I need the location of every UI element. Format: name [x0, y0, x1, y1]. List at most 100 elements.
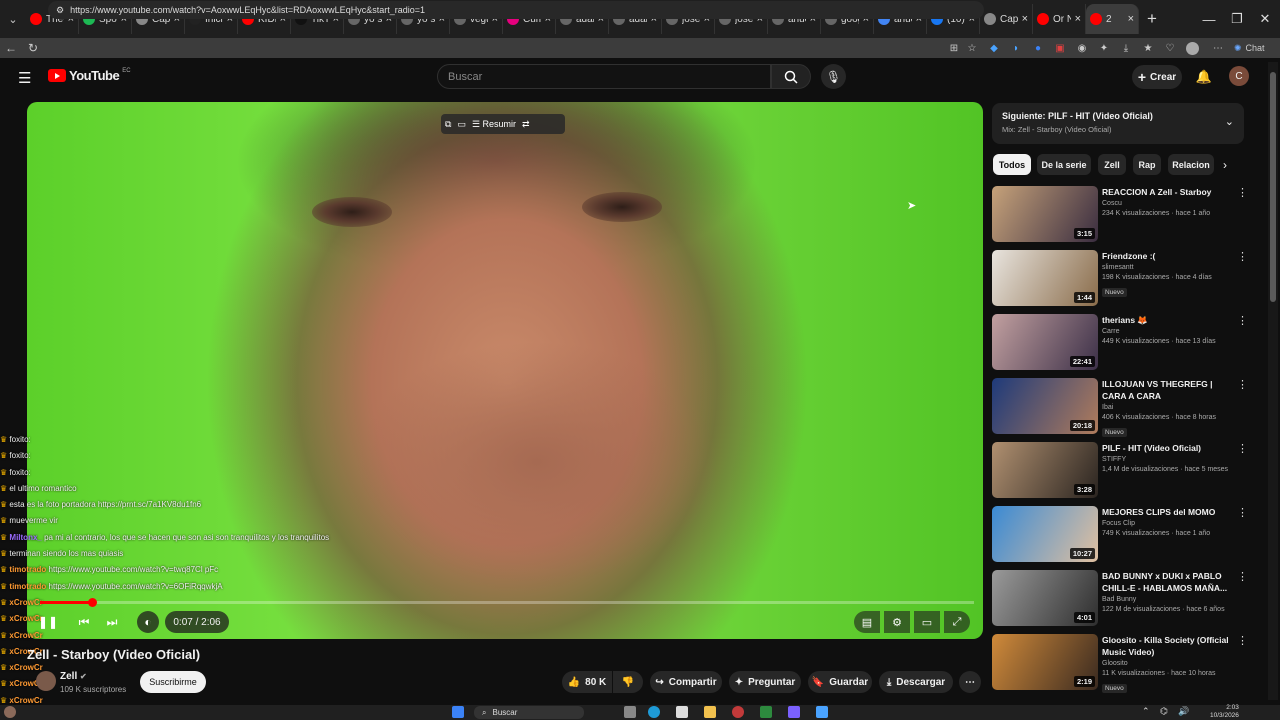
more-options-icon[interactable]: ⋮ [1237, 634, 1248, 647]
video-thumbnail[interactable]: 3:28 [992, 442, 1098, 498]
search-input[interactable]: Buscar [437, 64, 771, 89]
browser-tab[interactable]: Or N × [1033, 4, 1086, 34]
copilot-chat-button[interactable]: ✺ Chat [1234, 40, 1274, 56]
recommended-channel[interactable]: STIFFY [1102, 456, 1234, 463]
miniplayer-icon[interactable]: ⧉ [445, 119, 451, 130]
filter-chip[interactable]: Rap [1133, 154, 1161, 175]
filter-chip[interactable]: De la serie [1037, 154, 1091, 175]
theater-icon[interactable]: ▭ [457, 119, 466, 130]
account-avatar[interactable]: C [1229, 66, 1249, 86]
minimize-icon[interactable]: — [1194, 0, 1224, 38]
tab-search-menu[interactable]: ⌄ [0, 0, 26, 38]
share-button[interactable]: ↪ Compartir [650, 671, 722, 693]
recommended-video[interactable]: 3:15 REACCION A Zell - Starboy Coscu 234 K … [992, 186, 1252, 242]
scrollbar[interactable] [1268, 62, 1278, 700]
extensions-puzzle-icon[interactable]: ✦ [1096, 40, 1112, 56]
video-thumbnail[interactable]: 1:44 [992, 250, 1098, 306]
chevron-down-icon[interactable]: ⌄ [1225, 115, 1234, 128]
more-options-icon[interactable]: ⋮ [1237, 250, 1248, 263]
subtitles-icon[interactable]: ▤ [854, 611, 880, 633]
youtube-logo[interactable]: YouTube EC [48, 68, 131, 83]
recommended-title[interactable]: REACCION A Zell - Starboy [1102, 186, 1234, 198]
recommended-channel[interactable]: Carre [1102, 328, 1234, 335]
task-view-icon[interactable] [624, 706, 636, 718]
recommended-channel[interactable]: Focus Clip [1102, 520, 1234, 527]
settings-gear-icon[interactable]: ⚙ [884, 611, 910, 633]
windows-start-icon[interactable] [452, 706, 464, 718]
progress-bar[interactable] [40, 598, 974, 607]
recommended-title[interactable]: Gloosito - Killa Society (Official Music… [1102, 634, 1234, 658]
fullscreen-icon[interactable]: ⤢ [944, 611, 970, 633]
like-button[interactable]: 👍 80 K [562, 671, 612, 693]
voice-search-button[interactable]: 🎙 [821, 64, 846, 89]
tab-close-icon[interactable]: × [1075, 13, 1081, 25]
weather-widget-icon[interactable] [4, 706, 16, 718]
collections-icon[interactable]: ♡ [1162, 40, 1178, 56]
tab-close-icon[interactable]: × [1128, 13, 1134, 25]
url-bar[interactable]: ⚙ https://www.youtube.com/watch?v=AoxwwL… [48, 1, 984, 19]
recommended-video[interactable]: 2:19 Gloosito - Killa Society (Official M… [992, 634, 1252, 693]
recommended-title[interactable]: therians 🦊 [1102, 314, 1234, 326]
extension-icon[interactable]: ▣ [1052, 40, 1068, 56]
browser-tab[interactable]: Capt × [980, 4, 1033, 34]
tab-close-icon[interactable]: × [1022, 13, 1028, 25]
profile-icon[interactable] [1184, 40, 1200, 56]
site-info-icon[interactable]: ⚙ [56, 5, 64, 16]
reload-icon[interactable]: ↻ [22, 41, 44, 55]
notifications-bell-icon[interactable]: 🔔 [1193, 66, 1215, 88]
recommended-title[interactable]: PILF - HIT (Video Oficial) [1102, 442, 1234, 454]
more-options-icon[interactable]: ⋮ [1237, 314, 1248, 327]
more-options-icon[interactable]: ⋮ [1237, 506, 1248, 519]
file-explorer-icon[interactable] [704, 706, 716, 718]
discord-icon[interactable] [788, 706, 800, 718]
bookmark-star-icon[interactable]: ☆ [964, 40, 980, 56]
more-options-icon[interactable]: ⋮ [1237, 186, 1248, 199]
video-thumbnail[interactable]: 10:27 [992, 506, 1098, 562]
app-icon[interactable] [760, 706, 772, 718]
recommended-title[interactable]: ILLOJUAN VS THEGREFG | CARA A CARA [1102, 378, 1234, 402]
recommended-video[interactable]: 4:01 BAD BUNNY x DUKI x PABLO CHILL-E - H… [992, 570, 1252, 626]
extension-icon[interactable]: ● [1030, 40, 1046, 56]
video-thumbnail[interactable]: 3:15 [992, 186, 1098, 242]
up-next-panel[interactable]: Siguiente: PILF - HIT (Video Oficial) Mi… [992, 103, 1244, 144]
more-options-icon[interactable]: ⋮ [1237, 442, 1248, 455]
recommended-channel[interactable]: Gloosito [1102, 660, 1234, 667]
downloads-icon[interactable]: ⤓ [1118, 40, 1134, 56]
search-button[interactable] [771, 64, 811, 89]
recommended-title[interactable]: Friendzone :( [1102, 250, 1234, 262]
channel-avatar[interactable] [36, 671, 56, 691]
clock[interactable]: 2:03 10/3/2026 [1210, 704, 1239, 720]
favorites-icon[interactable]: ★ [1140, 40, 1156, 56]
extension-icon[interactable]: ◉ [1074, 40, 1090, 56]
video-thumbnail[interactable]: 2:19 [992, 634, 1098, 690]
more-options-icon[interactable]: ⋮ [1237, 570, 1248, 583]
summarize-button[interactable]: ☰ Resumir [472, 119, 516, 130]
extension-icon[interactable]: ◆ [986, 40, 1002, 56]
recommended-title[interactable]: MEJORES CLIPS del MOMO [1102, 506, 1234, 518]
filter-chip[interactable]: Zell [1098, 154, 1126, 175]
taskbar-search[interactable]: ⌕ Buscar [474, 706, 584, 719]
extension-icon[interactable]: ◗ [1008, 40, 1024, 56]
recommended-channel[interactable]: slimesantt [1102, 264, 1234, 271]
hamburger-menu-icon[interactable]: ☰ [18, 69, 31, 87]
recommended-video[interactable]: 3:28 PILF - HIT (Video Oficial) STIFFY 1,4 … [992, 442, 1252, 498]
maximize-icon[interactable]: ❐ [1222, 0, 1252, 38]
browser-menu-icon[interactable]: ⋯ [1210, 40, 1226, 56]
more-actions-icon[interactable]: ⋯ [959, 671, 981, 693]
subscribe-button[interactable]: Suscribirme [140, 671, 206, 693]
save-button[interactable]: 🔖 Guardar [808, 671, 872, 693]
store-icon[interactable] [676, 706, 688, 718]
recommended-channel[interactable]: Bad Bunny [1102, 596, 1234, 603]
next-icon[interactable]: ⏭ [102, 611, 122, 633]
app-icon[interactable] [816, 706, 828, 718]
translate-icon[interactable]: ⇄ [522, 119, 530, 130]
video-thumbnail[interactable]: 4:01 [992, 570, 1098, 626]
browser-tab[interactable]: 2 × [1086, 4, 1139, 34]
edge-icon[interactable] [648, 706, 660, 718]
recommended-video[interactable]: 22:41 therians 🦊 Carre 449 K visualizacione… [992, 314, 1252, 370]
channel-name[interactable]: Zell ✔ [60, 671, 87, 682]
filter-chip[interactable]: Relacion [1168, 154, 1214, 175]
speaker-icon[interactable]: 🔊 [1178, 706, 1189, 717]
video-thumbnail[interactable]: 20:18 [992, 378, 1098, 434]
app-icon[interactable] [732, 706, 744, 718]
